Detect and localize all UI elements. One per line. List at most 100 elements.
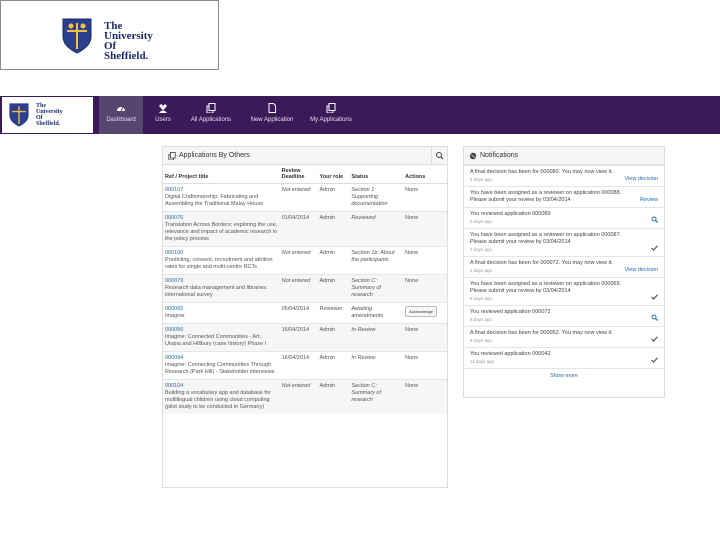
project-cell: 000056 Imagine: Connected Communities - A… (163, 323, 280, 352)
navbar-logo[interactable]: The University Of Sheffield. (2, 97, 93, 133)
application-ref-link[interactable]: 000076 (165, 215, 183, 221)
action-cell: None (403, 379, 447, 414)
notification-time: 8 days ago (470, 296, 493, 301)
project-cell: 000076 Translation Across Borders: explor… (163, 211, 280, 247)
notification-text: A final decision has been for 000080. Yo… (470, 169, 613, 175)
nav-my-applications[interactable]: My Applications (304, 96, 358, 134)
action-cell: None (403, 183, 447, 212)
project-cell: 000107 Digital Craftsmanship: Fabricating… (163, 183, 280, 212)
project-cell: 000104 Building a vocabulary app and data… (163, 379, 280, 414)
applications-search-button[interactable] (431, 147, 447, 164)
deadline-cell: Not entered (279, 274, 318, 303)
nav-new-application[interactable]: New Application (246, 96, 298, 134)
role-cell: Admin (317, 351, 350, 380)
notification-item: A final decision has been for 000072. Yo… (464, 256, 664, 277)
nav-my-applications-label: My Applications (310, 117, 352, 123)
notifications-list: A final decision has been for 000080. Yo… (464, 165, 664, 368)
table-row: 000079 Research data management and libra… (163, 274, 447, 303)
applications-panel-title: Applications By Others (179, 152, 250, 159)
applications-icon (168, 152, 176, 160)
nav-all-applications-label: All Applications (190, 117, 232, 123)
table-row: 000065 Imagine 05/04/2014 Reviewer Awaiting … (163, 302, 447, 324)
notification-item: A final decision has been for 000080. Yo… (464, 165, 664, 186)
application-ref-link[interactable]: 000094 (165, 355, 183, 361)
nav-dashboard[interactable]: Dashboard (99, 96, 143, 134)
application-ref-link[interactable]: 000056 (165, 327, 183, 333)
project-title: Imagine: Connected Communities - Art, Ut… (165, 334, 267, 347)
column-header-ref[interactable]: Ref / Project title (163, 165, 280, 184)
notification-action-link[interactable]: View decision (624, 267, 658, 274)
applications-panel: Applications By Others Ref / Project tit… (162, 146, 448, 488)
globe-icon (469, 152, 477, 160)
notification-text: A final decision has been for 000072. Yo… (470, 260, 613, 266)
role-cell: Admin (317, 323, 350, 352)
deadline-cell: 05/04/2014 (279, 302, 318, 324)
search-icon[interactable] (651, 216, 658, 223)
status-cell: Reviewed (349, 211, 404, 247)
table-row: 000094 Imagine: Connecting Communities Th… (163, 351, 447, 380)
notification-text: You reviewed application 000072 (470, 309, 551, 315)
nav-users-label: Users (155, 117, 171, 123)
deadline-cell: 01/04/2014 (279, 211, 318, 247)
action-cell: None (403, 274, 447, 303)
table-row: 000076 Translation Across Borders: explor… (163, 211, 447, 247)
nav-all-applications[interactable]: All Applications (185, 96, 237, 134)
applications-icon (206, 103, 216, 113)
notification-item: You reviewed application 000042 11 days a… (464, 347, 664, 368)
project-title: Building a vocabulary app and database f… (165, 390, 271, 410)
column-header-role[interactable]: Your role (317, 165, 350, 184)
action-cell: None (403, 351, 447, 380)
wordmark-line: Sheffield. (104, 50, 149, 62)
column-header-deadline[interactable]: Review Deadline (279, 165, 318, 184)
notifications-panel-title: Notifications (480, 152, 519, 159)
notification-item: You reviewed application 000072 8 days ag… (464, 305, 664, 326)
search-icon[interactable] (651, 314, 658, 321)
action-cell: None (403, 323, 447, 352)
project-cell: 000065 Imagine (163, 302, 280, 324)
table-row: 000100 Predicting, consent, recruitment a… (163, 246, 447, 275)
table-row: 000107 Digital Craftsmanship: Fabricating… (163, 183, 447, 212)
role-cell: Admin (317, 274, 350, 303)
new-application-icon (268, 103, 276, 113)
university-header: The University Of Sheffield. (0, 0, 219, 70)
notifications-panel: Notifications A final decision has been … (463, 146, 665, 398)
project-cell: 000079 Research data management and libra… (163, 274, 280, 303)
project-title: Translation Across Borders: exploring th… (165, 222, 278, 242)
application-ref-link[interactable]: 000104 (165, 383, 183, 389)
acknowledge-button[interactable]: Acknowledge (405, 306, 437, 317)
check-icon (651, 245, 658, 251)
role-cell: Admin (317, 379, 350, 414)
check-icon (651, 357, 658, 363)
role-cell: Admin (317, 246, 350, 275)
nav-dashboard-label: Dashboard (106, 117, 136, 123)
notification-item: You have been assigned as a reviewer on … (464, 228, 664, 256)
dashboard-icon (117, 106, 125, 112)
nav-users[interactable]: Users (147, 96, 179, 134)
deadline-cell: Not entered (279, 379, 318, 414)
notification-action-link[interactable]: View decision (624, 176, 658, 183)
notification-text: You have been assigned as a reviewer on … (470, 232, 622, 245)
application-ref-link[interactable]: 000065 (165, 306, 183, 312)
notification-text: You reviewed application 000089 (470, 211, 551, 217)
applications-table: Ref / Project title Review Deadline Your… (163, 165, 447, 414)
application-ref-link[interactable]: 000079 (165, 278, 183, 284)
project-cell: 000100 Predicting, consent, recruitment a… (163, 246, 280, 275)
column-header-status[interactable]: Status (349, 165, 404, 184)
check-icon (651, 336, 658, 342)
notification-item: You have been assigned as a reviewer on … (464, 277, 664, 305)
show-more-link[interactable]: Show more (464, 368, 664, 383)
university-crest-icon (62, 18, 92, 54)
search-icon (436, 152, 444, 160)
notification-time: 8 days ago (470, 338, 493, 343)
notification-action-link[interactable]: Review (640, 197, 658, 204)
application-ref-link[interactable]: 000100 (165, 250, 183, 256)
university-crest-icon (9, 103, 29, 127)
project-title: Digital Craftsmanship: Fabricating and A… (165, 194, 264, 207)
notification-item: You have been assigned as a reviewer on … (464, 186, 664, 207)
project-title: Predicting, consent, recruitment and att… (165, 257, 273, 270)
status-cell: In Review (349, 351, 404, 380)
application-ref-link[interactable]: 000107 (165, 187, 183, 193)
deadline-cell: Not entered (279, 183, 318, 212)
project-cell: 000094 Imagine: Connecting Communities Th… (163, 351, 280, 380)
applications-panel-header: Applications By Others (163, 147, 447, 165)
